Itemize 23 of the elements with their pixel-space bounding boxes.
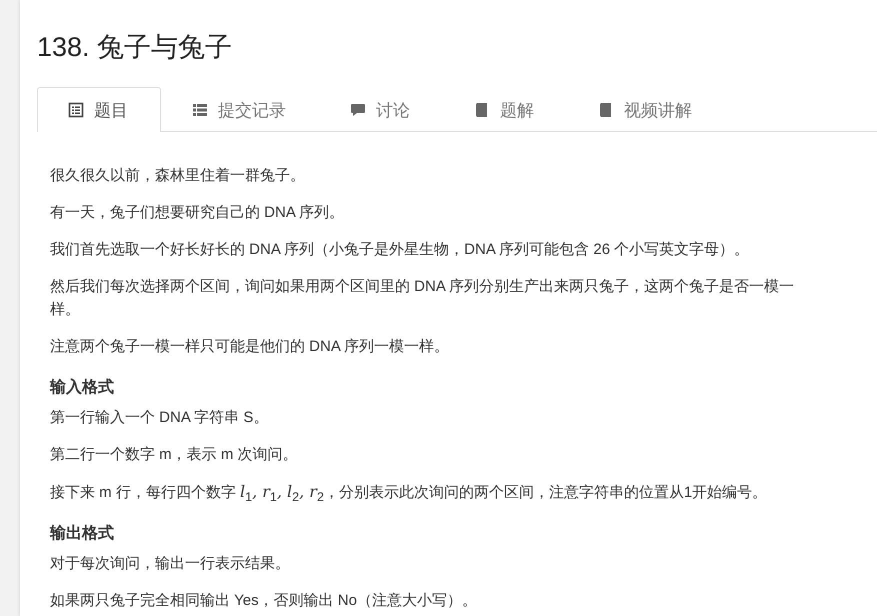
paragraph: 接下来 m 行，每行四个数字 l$_{1}$, r$_{1}$, l$_{2}$, r$_{2}$，分别表示此次询问的两个区间，注意字符串的位置从1开始编号。 (50, 481, 768, 504)
tab[interactable]: 视频讲解 (567, 87, 725, 132)
paragraph: 第二行一个数字 m，表示 m 次询问。 (50, 445, 298, 465)
tab[interactable]: 提交记录 (161, 87, 319, 132)
paragraph: 我们首先选取一个好长好长的 DNA 序列（小兔子是外星生物，DNA 序列可能包含 26 个小写英文字母）。 (50, 240, 750, 260)
list-icon (68, 102, 84, 118)
tab[interactable]: 讨论 (319, 87, 443, 132)
paragraph: 对于每次询问，输出一行表示结果。 (50, 554, 291, 574)
paragraph: 如果两只兔子完全相同输出 Yes，否则输出 No（注意大小写）。 (50, 591, 478, 611)
paragraph: 注意两个兔子一模一样只可能是他们的 DNA 序列一模一样。 (50, 337, 450, 357)
paragraph: 然后我们每次选择两个区间，询问如果用两个区间里的 DNA 序列分别生产出来两只兔子，这两个兔子是否一模一样。 (50, 277, 796, 320)
book-icon (474, 102, 490, 118)
tab[interactable]: 题解 (443, 87, 567, 132)
book-icon (598, 102, 614, 118)
paragraph: 第一行输入一个 DNA 字符串 S。 (50, 408, 270, 428)
paragraph: 很久很久以前，森林里住着一群兔子。 (50, 166, 306, 186)
tab[interactable]: 题目 (37, 87, 161, 132)
section-heading: 输出格式 (50, 524, 115, 544)
section-heading: 输入格式 (50, 377, 115, 398)
problem-title: 138. 兔子与兔子 (36, 31, 234, 64)
list-icon (192, 102, 208, 118)
comment-icon (350, 102, 366, 118)
paragraph: 有一天，兔子们想要研究自己的 DNA 序列。 (50, 203, 346, 223)
